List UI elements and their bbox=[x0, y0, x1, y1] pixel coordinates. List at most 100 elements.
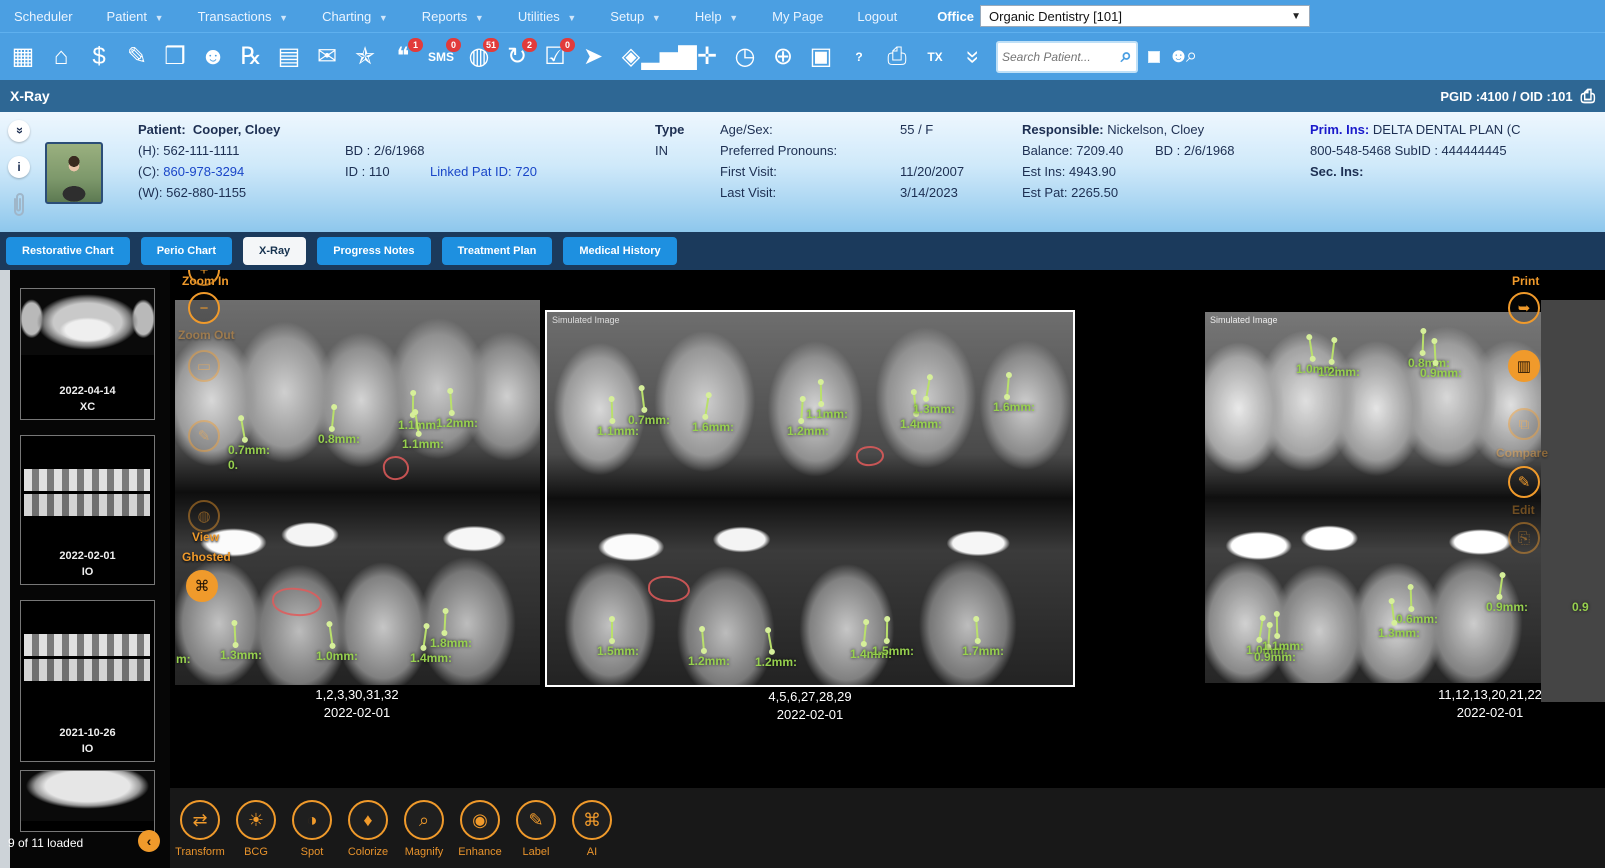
tab-x-ray[interactable]: X-Ray bbox=[243, 237, 306, 265]
xray-image-3[interactable]: Simulated Image bbox=[1205, 312, 1541, 683]
menu-item-logout[interactable]: Logout bbox=[857, 9, 897, 24]
enhance-button[interactable]: ◉ bbox=[460, 800, 500, 840]
person-search-icon[interactable]: ⌕ bbox=[1121, 45, 1132, 68]
people-search-icon[interactable]: ☻⌕ bbox=[1168, 45, 1194, 68]
menu-item-help[interactable]: Help ▼ bbox=[695, 9, 738, 24]
label-button[interactable]: ✎ bbox=[516, 800, 556, 840]
last-visit-label: Last Visit: bbox=[720, 185, 776, 200]
web-launch-icon[interactable]: ⊕ bbox=[765, 38, 801, 76]
thumbnail-2[interactable]: 2022-02-01IO bbox=[20, 435, 155, 585]
shield-arrow-icon[interactable]: ➤ bbox=[575, 38, 611, 76]
fit-button[interactable]: ▭ bbox=[188, 350, 220, 382]
tab-restorative-chart[interactable]: Restorative Chart bbox=[6, 237, 130, 265]
bcg-button[interactable]: ☀ bbox=[236, 800, 276, 840]
xray-image-1[interactable] bbox=[175, 300, 540, 685]
payments-icon[interactable]: $ bbox=[81, 38, 117, 76]
tx-calendar-icon[interactable]: TX bbox=[917, 38, 953, 76]
annotate-button[interactable]: ✎ bbox=[188, 420, 220, 452]
measurement-label: 0.6mm: bbox=[1396, 612, 1438, 626]
thumbnail-image bbox=[21, 771, 154, 821]
tooth-file-icon[interactable]: ❒ bbox=[157, 38, 193, 76]
ledger-icon[interactable]: ✎ bbox=[119, 38, 155, 76]
messages-icon[interactable]: ❝1 bbox=[385, 38, 421, 76]
ai-label: AI bbox=[557, 846, 627, 858]
collapse-panel-button[interactable]: « bbox=[8, 120, 30, 142]
tooth-app-icon[interactable]: ▣ bbox=[803, 38, 839, 76]
magnify-button[interactable]: ⌕ bbox=[404, 800, 444, 840]
measurement-label: 0.9mm: bbox=[1486, 600, 1528, 614]
sms-icon[interactable]: SMS0 bbox=[423, 38, 459, 76]
collapse-sidebar-button[interactable]: ‹ bbox=[138, 830, 160, 852]
thumbnail-type: XC bbox=[21, 401, 154, 413]
search-checkbox[interactable] bbox=[1148, 51, 1160, 63]
linked-patient-id[interactable]: Linked Pat ID: 720 bbox=[430, 164, 537, 179]
tab-progress-notes[interactable]: Progress Notes bbox=[317, 237, 430, 265]
add-patient-icon[interactable]: ☻ bbox=[195, 38, 231, 76]
tasks-badge: 0 bbox=[560, 38, 575, 52]
zoom-out-button[interactable]: − bbox=[188, 292, 220, 324]
office-select[interactable]: Organic Dentistry [101] ▼ bbox=[980, 5, 1310, 27]
chart-tabs: Restorative Chart Perio Chart X-Ray Progres… bbox=[0, 232, 1605, 270]
share-button[interactable]: ➥ bbox=[1508, 292, 1540, 324]
cell-phone: (C): 860-978-3294 bbox=[138, 164, 244, 179]
time-clock-icon[interactable]: ◷ bbox=[727, 38, 763, 76]
colorize-button[interactable]: ♦ bbox=[348, 800, 388, 840]
ai-button[interactable]: ⌘ bbox=[572, 800, 612, 840]
scroll-strip[interactable] bbox=[0, 270, 10, 868]
print-icon[interactable]: ⎙ bbox=[879, 38, 915, 76]
search-input[interactable] bbox=[1002, 50, 1121, 64]
compare-button[interactable]: ⧉ bbox=[1508, 408, 1540, 440]
export-button[interactable]: ▥ bbox=[1508, 350, 1540, 382]
spot-button[interactable]: ◑ bbox=[292, 800, 332, 840]
duplicate-button[interactable]: ⎘ bbox=[1508, 522, 1540, 554]
schedule-icon[interactable]: ▦ bbox=[5, 38, 41, 76]
patient-sync-icon[interactable]: ↻2 bbox=[499, 38, 535, 76]
tab-treatment-plan[interactable]: Treatment Plan bbox=[442, 237, 553, 265]
menu-item-charting[interactable]: Charting ▼ bbox=[322, 9, 388, 24]
thumbnail-4[interactable] bbox=[20, 770, 155, 832]
collapse-toolbar-icon[interactable]: » bbox=[954, 39, 992, 75]
first-visit-label: First Visit: bbox=[720, 164, 777, 179]
thumbnail-3[interactable]: 2021-10-26IO bbox=[20, 600, 155, 762]
analytics-icon[interactable]: ▂▅▇ bbox=[651, 38, 687, 76]
notes-icon[interactable]: ▤ bbox=[271, 38, 307, 76]
ghost-view-button[interactable]: ◍ bbox=[188, 500, 220, 532]
web-activity-icon[interactable]: ◍51 bbox=[461, 38, 497, 76]
thumbnail-1[interactable]: 2022-04-14XC bbox=[20, 288, 155, 420]
birthdate: BD : 2/6/1968 bbox=[345, 143, 425, 158]
info-icon[interactable]: i bbox=[8, 156, 30, 178]
menu-item-transactions[interactable]: Transactions ▼ bbox=[198, 9, 288, 24]
home-icon[interactable]: ⌂ bbox=[43, 38, 79, 76]
toolbar-icons: ▦⌂$✎❒☻℞▤✉✯❝1SMS0◍51↻2☑0➤◈▂▅▇✛◷⊕▣?⎙TX» bbox=[4, 38, 992, 76]
transform-button[interactable]: ⇄ bbox=[180, 800, 220, 840]
xray-image-2[interactable]: Simulated Image bbox=[545, 310, 1075, 687]
menu-item-my-page[interactable]: My Page bbox=[772, 9, 823, 24]
menu-item-reports[interactable]: Reports ▼ bbox=[422, 9, 484, 24]
patient-photo[interactable] bbox=[45, 142, 103, 204]
mail-icon[interactable]: ✉ bbox=[309, 38, 345, 76]
tab-perio-chart[interactable]: Perio Chart bbox=[141, 237, 232, 265]
work-phone: (W): 562-880-1155 bbox=[138, 185, 246, 200]
first-visit-value: 11/20/2007 bbox=[900, 164, 964, 179]
paperclip-icon[interactable] bbox=[10, 192, 28, 218]
age-sex-value: 55 / F bbox=[900, 122, 933, 137]
printer-icon[interactable]: ⎙ bbox=[1581, 86, 1595, 107]
menu-item-patient[interactable]: Patient ▼ bbox=[107, 9, 164, 24]
edit-button[interactable]: ✎ bbox=[1508, 466, 1540, 498]
measurement-label: 1.2mm: bbox=[688, 654, 730, 668]
image-caption-1: 1,2,3,30,31,322022-02-01 bbox=[197, 686, 517, 722]
tab-medical-history[interactable]: Medical History bbox=[563, 237, 676, 265]
integrations-icon[interactable]: ✛ bbox=[689, 38, 725, 76]
ai-compare-button[interactable]: ⌘ bbox=[186, 570, 218, 602]
edit-label: Edit bbox=[1512, 503, 1535, 517]
menu-item-setup[interactable]: Setup ▼ bbox=[610, 9, 661, 24]
starred-doc-icon[interactable]: ✯ bbox=[347, 38, 383, 76]
prescriptions-icon[interactable]: ℞ bbox=[233, 38, 269, 76]
menu-item-scheduler[interactable]: Scheduler bbox=[14, 9, 73, 24]
type-value: IN bbox=[655, 143, 668, 158]
menu-item-utilities[interactable]: Utilities ▼ bbox=[518, 9, 576, 24]
last-visit-value: 3/14/2023 bbox=[900, 185, 958, 200]
office-selector: Office Organic Dentistry [101] ▼ bbox=[937, 5, 1310, 27]
tooth-question-icon[interactable]: ? bbox=[841, 38, 877, 76]
tasks-icon[interactable]: ☑0 bbox=[537, 38, 573, 76]
